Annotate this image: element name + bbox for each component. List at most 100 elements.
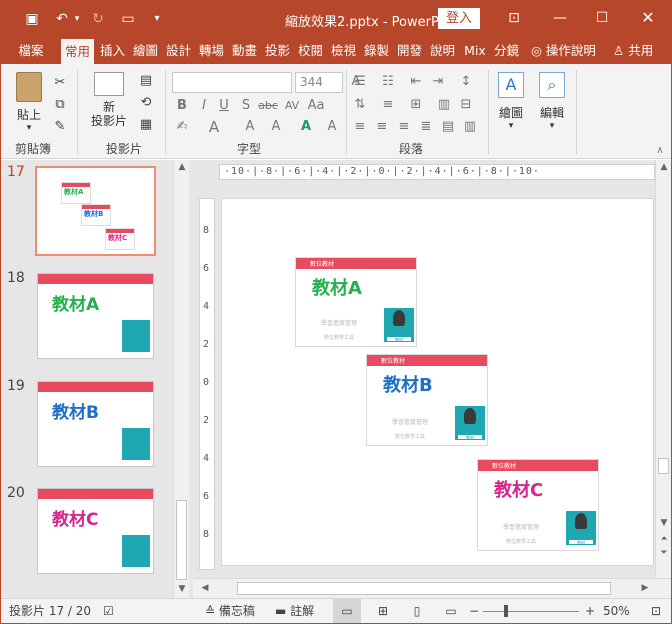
slideshow-icon[interactable]: ▭ [441, 599, 461, 623]
tab-insert[interactable]: 插入 [98, 37, 127, 64]
slide-thumbnail-20[interactable]: 教材C [37, 488, 154, 574]
thumbnail-scrollbar[interactable]: ▲ ▼ [173, 160, 189, 598]
tab-record[interactable]: 錄製 [362, 37, 391, 64]
format-painter-icon[interactable]: ✎ [51, 118, 69, 136]
close-icon[interactable]: ✕ [633, 7, 663, 29]
signin-button[interactable]: 登入 [438, 8, 480, 29]
normal-view-icon[interactable]: ▭ [333, 599, 361, 623]
zoom-slider[interactable] [483, 611, 579, 612]
decrease-indent-icon[interactable]: ⇤ [407, 73, 425, 91]
shadow-icon[interactable]: S [237, 97, 255, 115]
undo-dropdown-icon[interactable]: ▾ [67, 9, 87, 29]
scroll-down-icon[interactable]: ▼ [656, 518, 671, 528]
change-case-icon[interactable]: Aa [307, 97, 325, 115]
slide-vertical-scrollbar[interactable]: ▲ ▼ ⏶ ⏷ [655, 160, 671, 578]
next-slide-icon[interactable]: ⏷ [656, 548, 671, 558]
section-icon[interactable]: ▦ [137, 116, 155, 134]
scroll-right-icon[interactable]: ▶ [637, 583, 653, 593]
font-color-icon[interactable]: A [205, 118, 223, 136]
tab-home[interactable]: 常用 [61, 39, 94, 64]
present-icon[interactable]: ▭ [118, 9, 138, 29]
scroll-up-icon[interactable]: ▲ [174, 162, 190, 172]
zoom-out-icon[interactable]: − [469, 599, 479, 623]
shrink-font-icon[interactable]: A [267, 118, 285, 136]
distributed-icon[interactable]: ⊟ [457, 96, 475, 114]
tab-storyboard[interactable]: 分鏡 [492, 37, 521, 64]
editing-button[interactable]: ⌕ 編輯 ▾ [533, 70, 571, 134]
maximize-icon[interactable]: ☐ [587, 7, 617, 29]
scroll-left-icon[interactable]: ◀ [197, 583, 213, 593]
font-size-combo[interactable]: 344 [295, 72, 343, 93]
italic-icon[interactable]: I [195, 97, 213, 115]
bullets-icon[interactable]: ☰ [351, 73, 369, 91]
justify-icon[interactable]: ≣ [417, 118, 435, 136]
slide-thumbnail-19[interactable]: 教材B [37, 381, 154, 467]
underline-icon[interactable]: U [215, 97, 233, 115]
reset-icon[interactable]: ⟲ [137, 94, 155, 112]
comments-button[interactable]: ▬ 註解 [275, 599, 314, 623]
align-left-icon[interactable]: ≡ [351, 118, 369, 136]
text-direction-icon[interactable]: ⇅ [351, 96, 369, 114]
highlight-icon[interactable]: ✍ [173, 118, 191, 136]
slide-thumbnail-18[interactable]: 教材A [37, 273, 154, 359]
horizontal-ruler[interactable]: ·10·|·8·|·6·|·4·|·2·|·0·|·2·|·4·|·6·|·8·… [219, 164, 655, 180]
paste-button[interactable]: 貼上 ▾ [9, 70, 49, 134]
tab-mix[interactable]: Mix [461, 37, 489, 64]
cut-icon[interactable]: ✂ [51, 74, 69, 92]
tab-transitions[interactable]: 轉場 [197, 37, 226, 64]
line-spacing-icon[interactable]: ↕ [457, 73, 475, 91]
notes-button[interactable]: ≙ 備忘稿 [205, 599, 255, 623]
smartart-icon[interactable]: ⊞ [407, 96, 425, 114]
columns-icon[interactable]: ▥ [435, 96, 453, 114]
new-slide-button[interactable]: 新 投影片 [83, 70, 135, 136]
tab-slideshow[interactable]: 投影 [263, 37, 292, 64]
strikethrough-icon[interactable]: abc [257, 97, 279, 115]
scroll-thumb[interactable] [176, 500, 187, 580]
fit-slide-icon[interactable]: ⊡ [651, 599, 661, 623]
slide-sorter-icon[interactable]: ⊞ [373, 599, 393, 623]
tab-design[interactable]: 設計 [164, 37, 193, 64]
scroll-down-icon[interactable]: ▼ [174, 584, 190, 594]
accessibility-icon[interactable]: ☑ [103, 599, 114, 623]
collapse-ribbon-icon[interactable]: ∧ [651, 142, 669, 160]
scroll-thumb[interactable] [658, 458, 669, 474]
zoom-card-b[interactable]: 數位教材 教材B 學習進度管理 數位教學工具 教材 [366, 354, 488, 446]
ribbon-display-icon[interactable]: ⊡ [499, 7, 529, 29]
numbering-icon[interactable]: ☷ [379, 73, 397, 91]
clear-format-icon[interactable]: A [297, 118, 315, 136]
share-button[interactable]: ♙ 共用 [613, 37, 653, 64]
scroll-thumb[interactable] [237, 582, 611, 595]
distribute-icon[interactable]: ▤ [439, 118, 457, 136]
zoom-level[interactable]: 50% [603, 599, 630, 623]
tab-help[interactable]: 說明 [428, 37, 457, 64]
spacing-icon[interactable]: AV [281, 97, 303, 115]
align-center-icon[interactable]: ≡ [373, 118, 391, 136]
grow-font-icon[interactable]: A [241, 118, 259, 136]
col-icon[interactable]: ▥ [461, 118, 479, 136]
drawing-button[interactable]: A 繪圖 ▾ [493, 70, 529, 134]
font-color2-icon[interactable]: A [323, 118, 341, 136]
minimize-icon[interactable]: — [545, 7, 575, 29]
tab-developer[interactable]: 開發 [395, 37, 424, 64]
zoom-slider-handle[interactable] [504, 605, 508, 617]
current-slide[interactable]: 數位教材 教材A 學習進度管理 數位教學工具 教材 數位教材 教材B 學習進度管… [221, 198, 654, 566]
previous-slide-icon[interactable]: ⏶ [656, 534, 671, 544]
zoom-in-icon[interactable]: + [585, 599, 595, 623]
zoom-card-a[interactable]: 數位教材 教材A 學習進度管理 數位教學工具 教材 [295, 257, 417, 347]
tab-view[interactable]: 檢視 [329, 37, 358, 64]
customize-icon[interactable]: ▾ [147, 9, 167, 29]
copy-icon[interactable]: ⧉ [51, 96, 69, 114]
tab-file[interactable]: 檔案 [11, 37, 51, 64]
tab-draw[interactable]: 繪圖 [131, 37, 160, 64]
zoom-card-c[interactable]: 數位教材 教材C 學習進度管理 數位教學工具 教材 [477, 459, 599, 551]
align-right-icon[interactable]: ≡ [395, 118, 413, 136]
vertical-ruler[interactable]: 8 6 4 2 0 2 4 6 8 [199, 198, 215, 570]
font-name-combo[interactable] [172, 72, 292, 93]
tab-review[interactable]: 校閱 [296, 37, 325, 64]
save-icon[interactable]: ▣ [22, 9, 42, 29]
tab-animations[interactable]: 動畫 [230, 37, 259, 64]
align-text-icon[interactable]: ≡ [379, 96, 397, 114]
bold-icon[interactable]: B [173, 97, 191, 115]
tell-me-search[interactable]: ◎ 操作說明 [531, 37, 596, 64]
reading-view-icon[interactable]: ▯ [407, 599, 427, 623]
